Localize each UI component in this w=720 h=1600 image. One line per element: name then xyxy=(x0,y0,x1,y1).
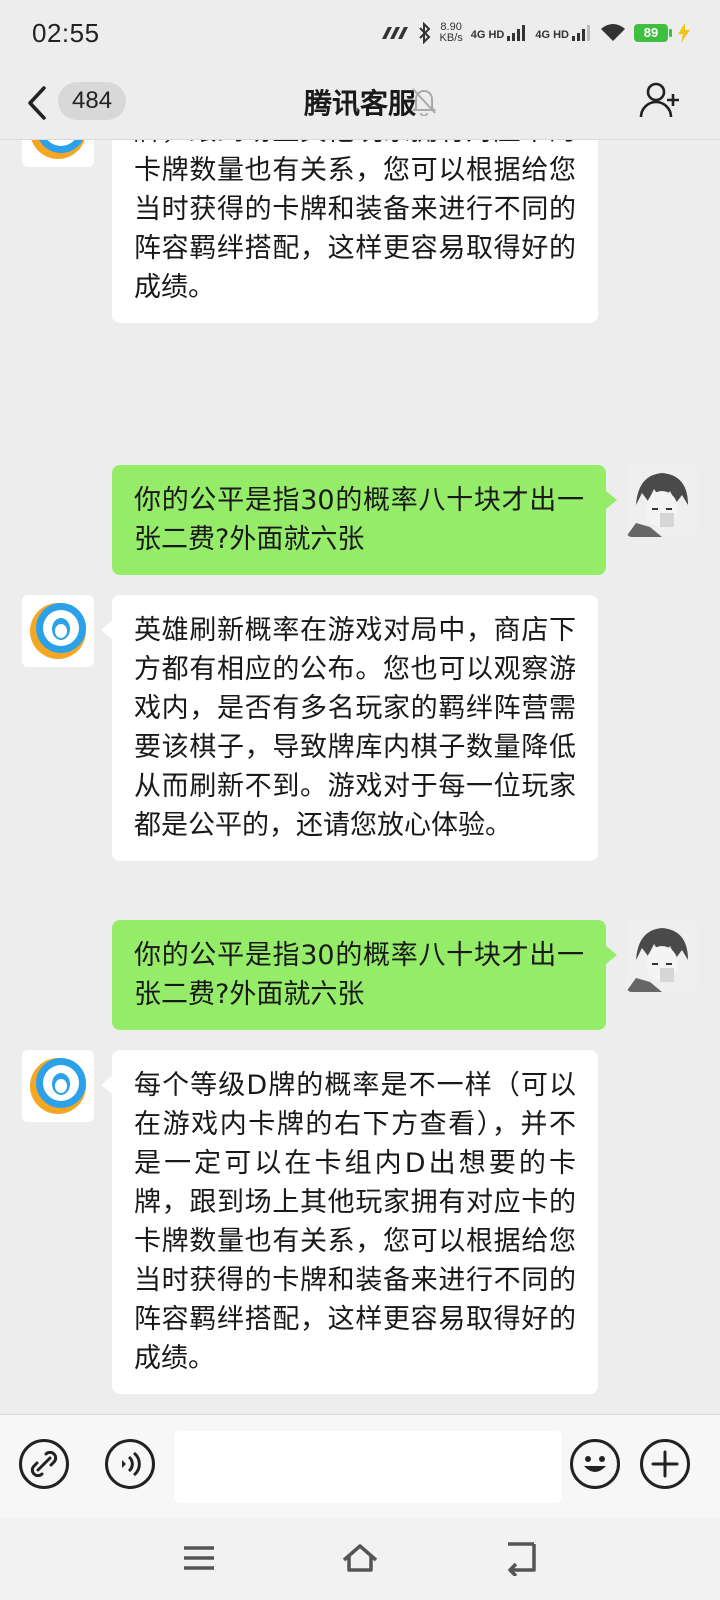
sim1-signal: 4G HD xyxy=(471,25,528,41)
message-text: 你的公平是指30的概率八十块才出一张二费?外面就六张 xyxy=(134,940,584,1010)
user-avatar[interactable] xyxy=(626,920,698,992)
qq-penguin-icon xyxy=(31,140,85,159)
sim2-label: 4G HD xyxy=(535,29,569,41)
message-bubble[interactable]: 每个等级D牌的概率是不一样（可以在游戏内卡牌的右下方查看），并不是一定可以在卡组… xyxy=(101,1050,598,1394)
message-text: 每个等级D牌的概率是不一样（可以在游戏内卡牌的右下方查看），并不是一定可以在卡组… xyxy=(134,140,576,303)
user-avatar-image xyxy=(626,465,698,537)
bluetooth-icon xyxy=(418,22,430,44)
message-list[interactable]: 每个等级D牌的概率是不一样（可以在游戏内卡牌的右下方查看），并不是一定可以在卡组… xyxy=(0,140,720,1414)
chat-header: 484 腾讯客服 xyxy=(0,66,720,140)
status-bar: 02:55 8.90 KB/s 4G HD 4G HD 89 xyxy=(0,0,720,66)
more-button[interactable] xyxy=(640,1439,690,1489)
service-avatar[interactable] xyxy=(22,595,94,667)
link-icon xyxy=(30,1450,58,1478)
qq-penguin-icon xyxy=(30,603,86,659)
qq-penguin-icon xyxy=(30,1058,86,1114)
menu-icon[interactable] xyxy=(180,1540,220,1576)
plus-icon xyxy=(651,1450,679,1478)
home-icon[interactable] xyxy=(340,1540,380,1576)
message-bubble[interactable]: 每个等级D牌的概率是不一样（可以在游戏内卡牌的右下方查看），并不是一定可以在卡组… xyxy=(112,140,598,323)
carrier-logo-icon xyxy=(381,27,408,39)
message-input[interactable] xyxy=(174,1431,562,1503)
back-nav-icon[interactable] xyxy=(502,1540,542,1576)
system-nav-bar xyxy=(0,1518,720,1600)
emoji-icon xyxy=(584,1456,606,1472)
message-text: 每个等级D牌的概率是不一样（可以在游戏内卡牌的右下方查看），并不是一定可以在卡组… xyxy=(134,1070,576,1374)
message-bubble[interactable]: 你的公平是指30的概率八十块才出一张二费?外面就六张 xyxy=(112,920,617,1030)
sim1-label: 4G HD xyxy=(470,29,505,41)
voice-icon xyxy=(122,1451,141,1477)
user-avatar-image xyxy=(626,920,698,992)
input-bar xyxy=(0,1414,720,1518)
wifi-icon xyxy=(601,24,625,41)
link-button[interactable] xyxy=(19,1439,69,1489)
voice-button[interactable] xyxy=(105,1439,155,1489)
message-text: 你的公平是指30的概率八十块才出一张二费?外面就六张 xyxy=(134,485,584,555)
signal-bars-icon xyxy=(572,25,590,41)
status-icons: 8.90 KB/s 4G HD 4G HD 89 xyxy=(380,18,692,48)
user-avatar[interactable] xyxy=(626,465,698,537)
message-bubble[interactable]: 英雄刷新概率在游戏对局中，商店下方都有相应的公布。您也可以观察游戏内，是否有多名… xyxy=(101,595,598,861)
emoji-button[interactable] xyxy=(570,1439,620,1489)
add-friend-icon[interactable] xyxy=(638,80,682,120)
message-bubble[interactable]: 你的公平是指30的概率八十块才出一张二费?外面就六张 xyxy=(112,465,617,575)
mute-bell-icon xyxy=(411,88,437,116)
status-time: 02:55 xyxy=(32,18,100,48)
message-text: 英雄刷新概率在游戏对局中，商店下方都有相应的公布。您也可以观察游戏内，是否有多名… xyxy=(134,615,576,841)
chat-title: 腾讯客服 xyxy=(303,87,416,120)
service-avatar[interactable] xyxy=(22,140,94,167)
net-speed-unit: KB/s xyxy=(439,32,463,44)
signal-bars-icon xyxy=(507,25,526,41)
sim2-signal: 4G HD xyxy=(535,25,592,41)
service-avatar[interactable] xyxy=(22,1050,94,1122)
battery-level: 89 xyxy=(634,24,672,42)
net-speed: 8.90 KB/s xyxy=(440,22,463,44)
charging-icon xyxy=(678,23,690,43)
